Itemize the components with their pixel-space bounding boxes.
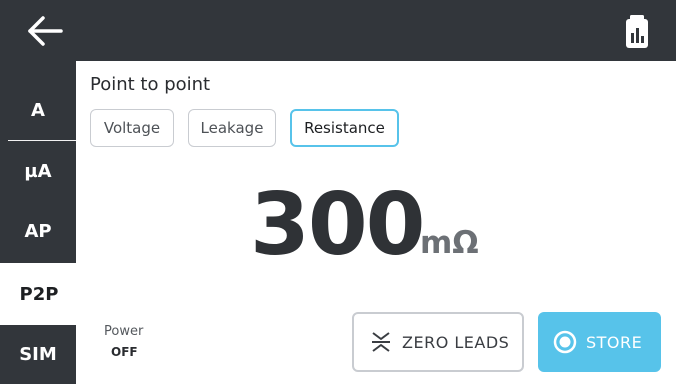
back-button[interactable]: [24, 14, 72, 50]
reading-unit: mΩ: [420, 225, 479, 261]
top-bar: [0, 0, 676, 61]
mode-sidebar: A µA AP P2P SIM: [0, 61, 78, 384]
power-label: Power: [104, 324, 144, 339]
zero-leads-button[interactable]: ZERO LEADS: [352, 312, 524, 372]
reading-value: 300: [250, 175, 426, 275]
zero-leads-icon: [372, 332, 390, 352]
sidebar-item-p2p[interactable]: P2P: [0, 263, 78, 325]
page-title: Point to point: [90, 74, 211, 95]
clipboard-chart-icon: [626, 15, 648, 48]
zero-leads-label: ZERO LEADS: [402, 332, 510, 352]
tab-resistance[interactable]: Resistance: [290, 109, 399, 147]
tab-leakage[interactable]: Leakage: [188, 109, 276, 147]
sidebar-item-ua[interactable]: µA: [0, 141, 76, 201]
store-button[interactable]: STORE: [538, 312, 661, 372]
store-label: STORE: [586, 332, 643, 352]
arrow-left-icon: [28, 16, 63, 46]
sidebar-item-ap[interactable]: AP: [0, 201, 76, 261]
report-button[interactable]: [622, 14, 658, 50]
power-status: OFF: [111, 345, 138, 359]
sidebar-item-sim[interactable]: SIM: [0, 325, 76, 384]
sidebar-item-a[interactable]: A: [0, 79, 76, 141]
record-icon: [553, 330, 577, 354]
tab-voltage[interactable]: Voltage: [90, 109, 174, 147]
